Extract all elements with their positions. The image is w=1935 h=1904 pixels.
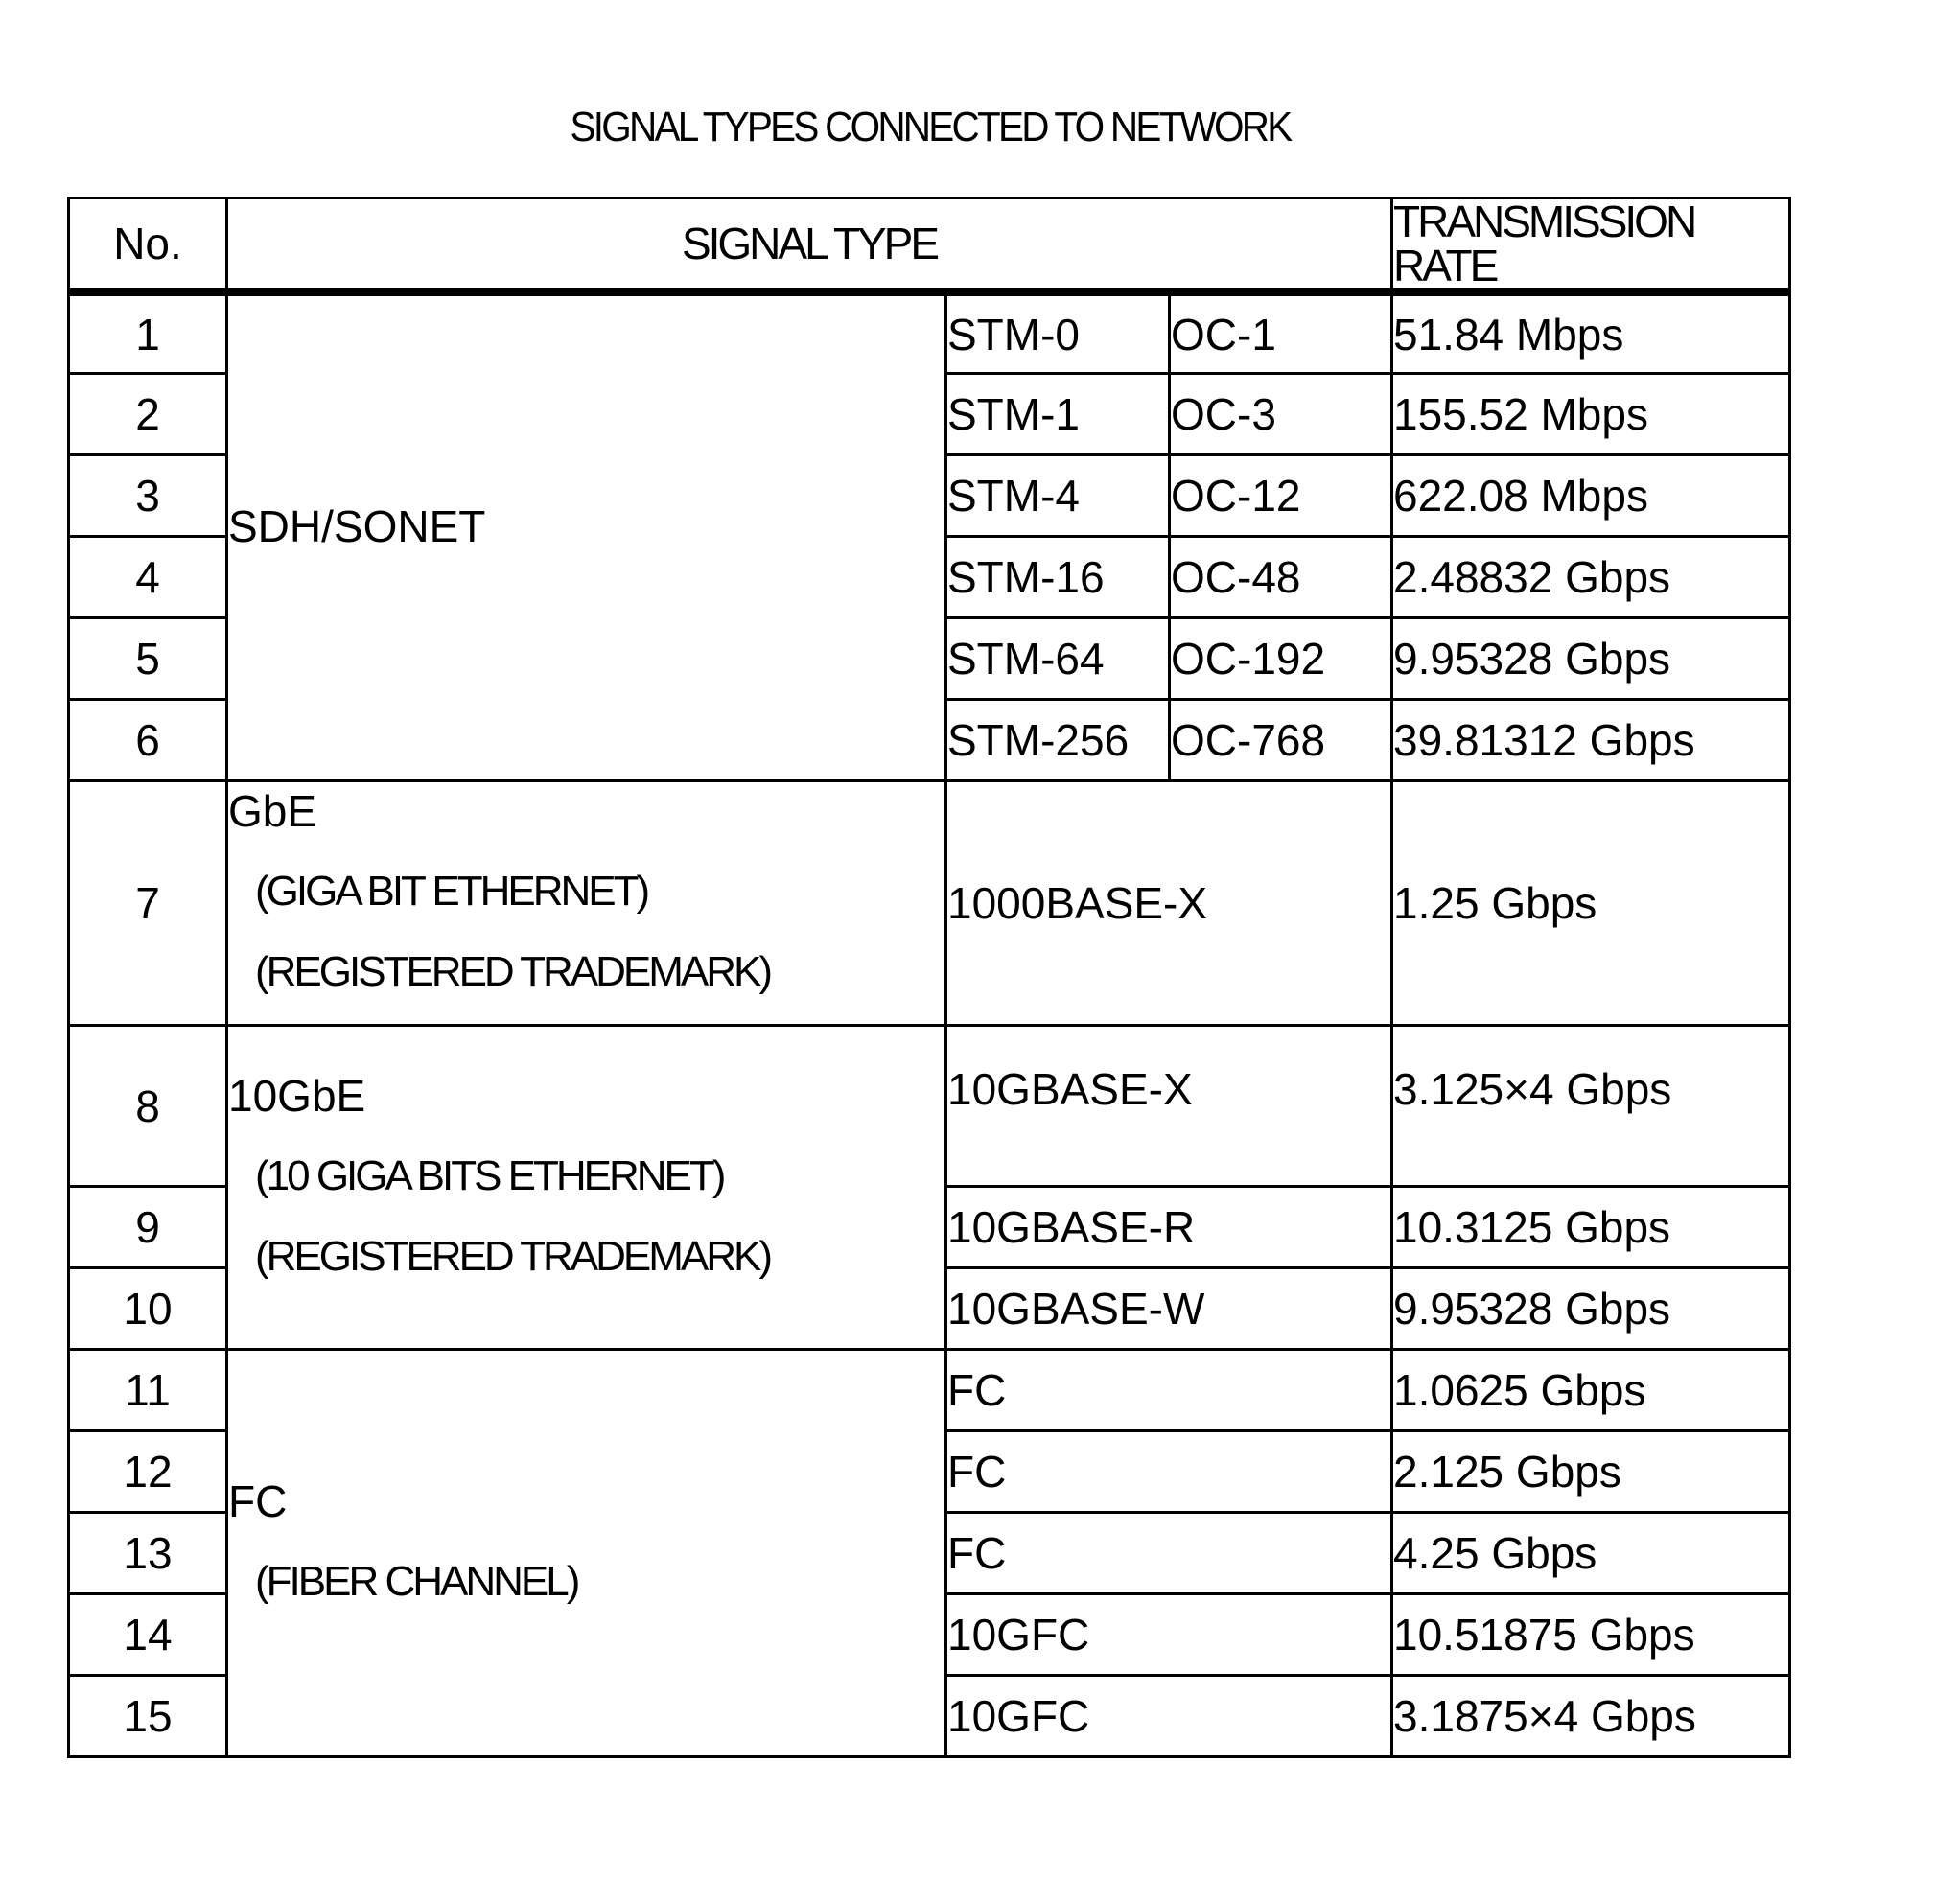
transmission-rate: 51.84 Mbps <box>1390 290 1792 375</box>
stm-level: STM-0 <box>944 290 1171 375</box>
table-row: 11 FC (FIBER CHANNEL) FC 1.0625 Gbps <box>67 1348 1792 1758</box>
oc-level: OC-768 <box>1167 698 1394 782</box>
transmission-rate: 10.51875 Gbps <box>1390 1592 1792 1677</box>
transmission-rate: 9.95328 Gbps <box>1390 616 1792 701</box>
signal-types-table: No. SIGNAL TYPE TRANSMISSION RATE 1 SDH/… <box>67 197 1792 1758</box>
oc-level: OC-192 <box>1167 616 1394 701</box>
row-number: 4 <box>67 535 228 619</box>
row-number: 7 <box>67 779 228 1027</box>
row-number: 12 <box>67 1429 228 1514</box>
signal-standard: 10GBASE-W <box>944 1266 1394 1351</box>
group-description: (10 GIGA BITS ETHERNET) <box>255 1151 726 1199</box>
signal-standard: 10GBASE-X <box>944 1024 1394 1188</box>
table-row: 8 10GbE (10 GIGA BITS ETHERNET) (REGISTE… <box>67 1024 1792 1351</box>
transmission-rate: 1.25 Gbps <box>1390 779 1792 1027</box>
stm-level: STM-64 <box>944 616 1171 701</box>
stm-level: STM-1 <box>944 372 1171 456</box>
header-row: No. SIGNAL TYPE TRANSMISSION RATE <box>67 197 1792 296</box>
row-number: 2 <box>67 372 228 456</box>
transmission-rate: 3.1875×4 Gbps <box>1390 1674 1792 1758</box>
row-number: 14 <box>67 1592 228 1677</box>
transmission-rate: 39.81312 Gbps <box>1390 698 1792 782</box>
group-name: FC <box>228 1476 288 1526</box>
transmission-rate: 622.08 Mbps <box>1390 453 1792 538</box>
signal-standard: FC <box>944 1348 1394 1432</box>
table-row: 7 GbE (GIGA BIT ETHERNET) (REGISTERED TR… <box>67 779 1792 1027</box>
stm-level: STM-16 <box>944 535 1171 619</box>
transmission-rate: 9.95328 Gbps <box>1390 1266 1792 1351</box>
stm-level: STM-4 <box>944 453 1171 538</box>
transmission-rate: 1.0625 Gbps <box>1390 1348 1792 1432</box>
row-number: 6 <box>67 698 228 782</box>
row-number: 5 <box>67 616 228 701</box>
oc-level: OC-1 <box>1167 290 1394 375</box>
signal-standard: 10GFC <box>944 1674 1394 1758</box>
transmission-rate: 2.125 Gbps <box>1390 1429 1792 1514</box>
row-number: 3 <box>67 453 228 538</box>
table-row: 1 SDH/SONET STM-0 OC-1 51.84 Mbps <box>67 290 1792 782</box>
table-title: SIGNAL TYPES CONNECTED TO NETWORK <box>570 104 1294 151</box>
row-number: 13 <box>67 1511 228 1595</box>
signal-standard: 10GBASE-R <box>944 1185 1394 1269</box>
group-fc: FC (FIBER CHANNEL) <box>225 1348 947 1758</box>
group-name: GbE <box>228 786 317 836</box>
row-number: 9 <box>67 1185 228 1269</box>
header-signal-type: SIGNAL TYPE <box>224 197 1394 296</box>
stm-level: STM-256 <box>944 698 1171 782</box>
oc-level: OC-48 <box>1167 535 1394 619</box>
signal-standard: FC <box>944 1429 1394 1514</box>
group-sdh-sonet: SDH/SONET <box>225 290 947 782</box>
row-number: 11 <box>67 1348 228 1432</box>
group-name: 10GbE <box>228 1070 366 1121</box>
row-number: 1 <box>67 290 228 375</box>
header-transmission-rate: TRANSMISSION RATE <box>1390 197 1792 296</box>
group-description: (GIGA BIT ETHERNET) <box>255 868 650 915</box>
row-number: 10 <box>67 1266 228 1351</box>
oc-level: OC-12 <box>1167 453 1394 538</box>
signal-standard: 1000BASE-X <box>944 779 1394 1027</box>
group-trademark-note: (REGISTERED TRADEMARK) <box>255 948 773 995</box>
signal-standard: FC <box>944 1511 1394 1595</box>
header-no: No. <box>67 197 228 296</box>
group-10gbe: 10GbE (10 GIGA BITS ETHERNET) (REGISTERE… <box>225 1024 947 1351</box>
transmission-rate: 4.25 Gbps <box>1390 1511 1792 1595</box>
signal-standard: 10GFC <box>944 1592 1394 1677</box>
transmission-rate: 10.3125 Gbps <box>1390 1185 1792 1269</box>
row-number: 15 <box>67 1674 228 1758</box>
group-name: SDH/SONET <box>228 501 486 551</box>
group-trademark-note: (REGISTERED TRADEMARK) <box>255 1232 773 1280</box>
transmission-rate: 2.48832 Gbps <box>1390 535 1792 619</box>
transmission-rate: 155.52 Mbps <box>1390 372 1792 456</box>
group-gbe: GbE (GIGA BIT ETHERNET) (REGISTERED TRAD… <box>225 779 947 1027</box>
oc-level: OC-3 <box>1167 372 1394 456</box>
group-description: (FIBER CHANNEL) <box>255 1558 580 1605</box>
transmission-rate: 3.125×4 Gbps <box>1390 1024 1792 1188</box>
row-number: 8 <box>67 1024 228 1188</box>
